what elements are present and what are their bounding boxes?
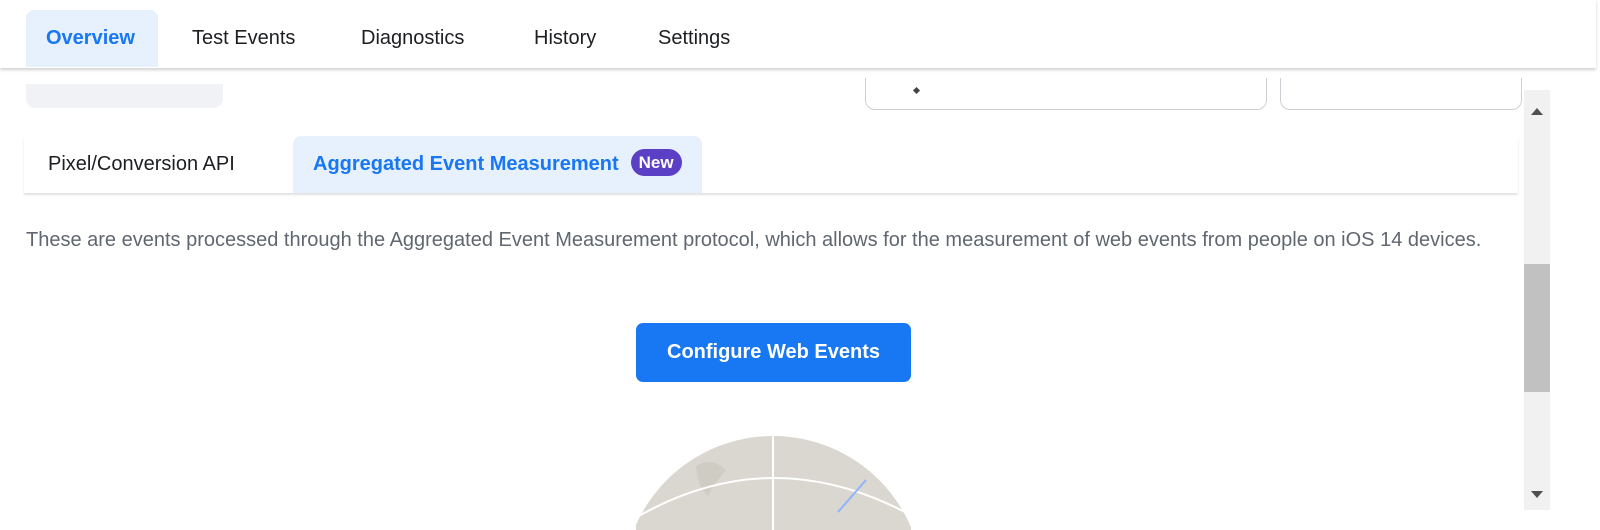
- search-icon: [912, 86, 921, 95]
- aem-description: These are events processed through the A…: [26, 229, 1482, 251]
- new-badge: New: [630, 149, 682, 177]
- partial-filter-pill[interactable]: [26, 84, 223, 108]
- triangle-down-icon[interactable]: [1524, 482, 1550, 508]
- tab-label: Aggregated Event Measurement: [313, 153, 619, 175]
- measurement-tab-bar: Pixel/Conversion API Aggregated Event Me…: [24, 136, 1518, 193]
- events-manager-view: Overview Test Events Diagnostics History…: [0, 0, 1600, 530]
- globe-illustration: [636, 436, 911, 530]
- tab-history[interactable]: History: [514, 10, 616, 67]
- tab-pixel-conversion-api[interactable]: Pixel/Conversion API: [28, 136, 255, 193]
- tab-aggregated-event-measurement[interactable]: Aggregated Event Measurement New: [293, 136, 702, 193]
- scroll-thumb[interactable]: [1524, 264, 1550, 392]
- top-tab-bar: Overview Test Events Diagnostics History…: [0, 0, 1596, 68]
- vertical-scrollbar[interactable]: [1524, 90, 1550, 510]
- tab-test-events[interactable]: Test Events: [172, 10, 315, 67]
- tab-settings[interactable]: Settings: [638, 10, 750, 67]
- search-input[interactable]: [865, 78, 1267, 110]
- configure-web-events-button[interactable]: Configure Web Events: [636, 323, 911, 382]
- tab-overview[interactable]: Overview: [26, 10, 158, 67]
- date-range-select[interactable]: [1280, 78, 1522, 110]
- triangle-up-icon[interactable]: [1524, 98, 1550, 124]
- tab-diagnostics[interactable]: Diagnostics: [341, 10, 484, 67]
